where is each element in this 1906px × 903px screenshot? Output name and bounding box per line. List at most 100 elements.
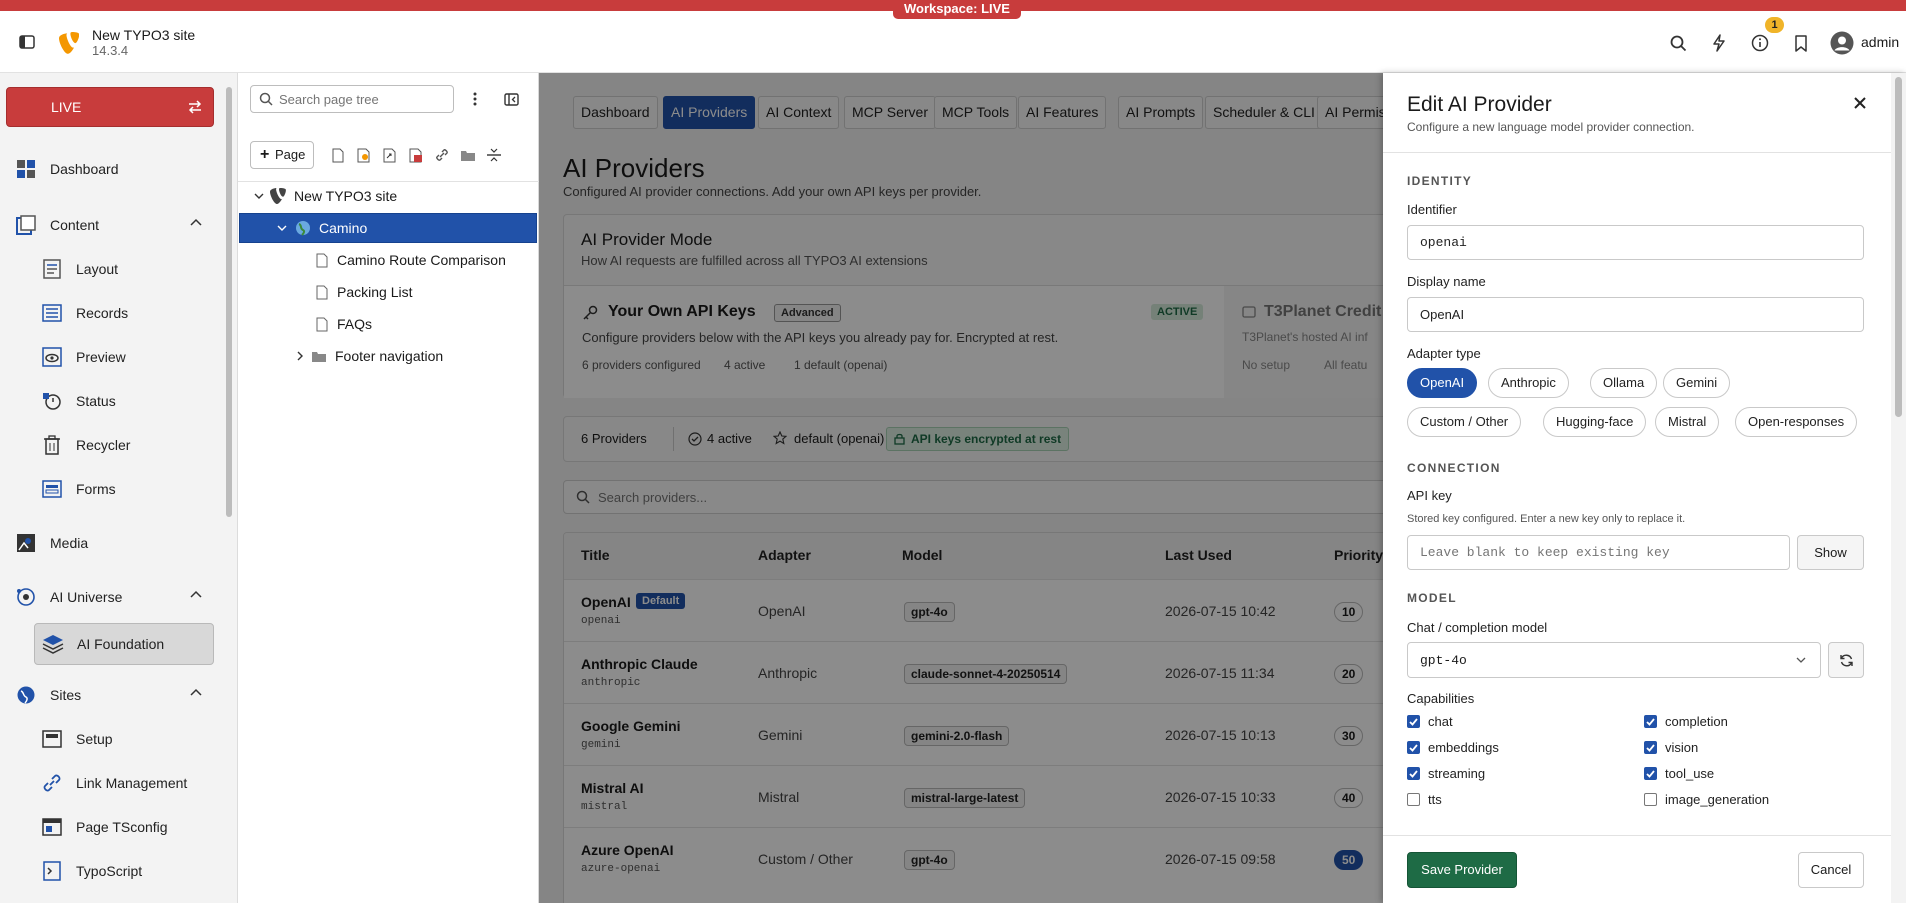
checkbox[interactable]	[1407, 793, 1420, 806]
nav-layout[interactable]: Layout	[40, 251, 216, 287]
nav-label: Forms	[76, 481, 116, 497]
workspace-switch-button[interactable]: LIVE	[6, 87, 214, 127]
nav-status[interactable]: Status	[40, 383, 216, 419]
adapter-option-gemini[interactable]: Gemini	[1663, 368, 1731, 398]
tree-node-page[interactable]: FAQs	[316, 309, 536, 339]
panel-scrollbar-thumb[interactable]	[1895, 77, 1902, 417]
typo3-logo-icon[interactable]	[57, 31, 81, 55]
doctype-link-icon[interactable]	[434, 147, 450, 163]
chevron-up-icon[interactable]	[190, 590, 202, 598]
adapter-option-huggingface[interactable]: Hugging-face	[1543, 407, 1647, 437]
checkbox[interactable]	[1407, 767, 1420, 780]
nav-records[interactable]: Records	[40, 295, 216, 331]
tree-node-label: Packing List	[337, 284, 413, 300]
doctype-folder-icon[interactable]	[460, 147, 476, 163]
flash-icon[interactable]	[1709, 33, 1729, 53]
page-tree-search[interactable]	[250, 85, 454, 113]
checkbox[interactable]	[1407, 741, 1420, 754]
cancel-button[interactable]: Cancel	[1798, 852, 1864, 888]
checkbox[interactable]	[1407, 715, 1420, 728]
doctype-shortcut-icon[interactable]	[382, 147, 398, 163]
capability-image-generation[interactable]: image_generation	[1644, 792, 1769, 807]
more-vertical-icon[interactable]	[467, 91, 483, 107]
nav-content[interactable]: Content	[14, 207, 214, 243]
bookmark-icon[interactable]	[1791, 33, 1811, 53]
nav-media[interactable]: Media	[14, 525, 214, 561]
capability-chat[interactable]: chat	[1407, 714, 1453, 729]
adapter-option-ollama[interactable]: Ollama	[1590, 368, 1658, 398]
capability-tts[interactable]: tts	[1407, 792, 1442, 807]
globe-icon	[14, 683, 38, 707]
nav-ai-universe[interactable]: AI Universe	[14, 579, 214, 615]
modal-backdrop[interactable]	[539, 73, 1383, 903]
capability-embeddings[interactable]: embeddings	[1407, 740, 1499, 755]
doctype-page-icon[interactable]	[330, 147, 346, 163]
doctype-spacer-icon[interactable]	[486, 147, 502, 163]
chevron-right-icon[interactable]	[297, 351, 304, 361]
checkbox[interactable]	[1644, 767, 1657, 780]
chevron-down-icon[interactable]	[254, 193, 264, 200]
capability-label: embeddings	[1428, 740, 1499, 755]
capability-label: streaming	[1428, 766, 1486, 781]
avatar-icon[interactable]	[1830, 31, 1854, 55]
api-key-input[interactable]	[1407, 535, 1790, 570]
capability-label: completion	[1665, 714, 1728, 729]
tree-node-root[interactable]: New TYPO3 site	[254, 181, 534, 211]
tree-node-page[interactable]: Packing List	[316, 277, 536, 307]
capability-completion[interactable]: completion	[1644, 714, 1728, 729]
info-icon[interactable]	[1750, 33, 1770, 53]
adapter-option-custom[interactable]: Custom / Other	[1407, 407, 1522, 437]
nav-forms[interactable]: Forms	[40, 471, 216, 507]
capability-label: image_generation	[1665, 792, 1770, 807]
nav-page-tsconfig[interactable]: Page TSconfig	[40, 809, 216, 845]
show-key-button[interactable]: Show	[1797, 535, 1864, 570]
user-name[interactable]: admin	[1861, 34, 1899, 50]
capability-label: chat	[1428, 714, 1453, 729]
adapter-type-label: Adapter type	[1407, 346, 1481, 361]
chat-model-select[interactable]: gpt-4o	[1407, 642, 1821, 678]
search-icon[interactable]	[1668, 33, 1688, 53]
display-name-field[interactable]: OpenAI	[1407, 297, 1864, 332]
close-icon[interactable]	[1849, 92, 1871, 114]
adapter-option-open-responses[interactable]: Open-responses	[1735, 407, 1858, 437]
collapse-panel-icon[interactable]	[503, 91, 519, 107]
new-page-label: Page	[275, 147, 306, 162]
chevron-up-icon[interactable]	[190, 688, 202, 696]
layout-icon	[40, 257, 64, 281]
page-tree-search-input[interactable]	[279, 90, 449, 108]
page-tree-panel: + Page New TYPO3 site Camino Camino Rout…	[238, 73, 539, 903]
nav-ai-foundation[interactable]: AI Foundation	[34, 623, 214, 665]
new-page-button[interactable]: + Page	[250, 141, 314, 169]
refresh-models-button[interactable]	[1828, 642, 1864, 678]
adapter-option-mistral[interactable]: Mistral	[1655, 407, 1720, 437]
checkbox[interactable]	[1644, 741, 1657, 754]
plus-icon: +	[260, 146, 270, 163]
chevron-down-icon[interactable]	[277, 225, 287, 232]
link-icon	[40, 771, 64, 795]
nav-sites[interactable]: Sites	[14, 677, 214, 713]
nav-dashboard[interactable]: Dashboard	[14, 151, 214, 187]
checkbox[interactable]	[1644, 793, 1657, 806]
nav-recycler[interactable]: Recycler	[40, 427, 216, 463]
nav-typoscript[interactable]: TypoScript	[40, 853, 216, 889]
doctype-external-icon[interactable]	[408, 147, 424, 163]
adapter-option-openai[interactable]: OpenAI	[1407, 368, 1478, 398]
capability-vision[interactable]: vision	[1644, 740, 1698, 755]
capability-streaming[interactable]: streaming	[1407, 766, 1485, 781]
sidebar-toggle-icon[interactable]	[18, 33, 36, 51]
nav-link-management[interactable]: Link Management	[40, 765, 216, 801]
adapter-option-anthropic[interactable]: Anthropic	[1488, 368, 1569, 398]
doctype-backend-user-icon[interactable]	[356, 147, 372, 163]
tree-node-folder[interactable]: Footer navigation	[297, 341, 535, 371]
nav-preview[interactable]: Preview	[40, 339, 216, 375]
tree-node-page[interactable]: Camino Route Comparison	[316, 245, 536, 275]
identifier-field[interactable]: openai	[1407, 225, 1864, 260]
chevron-up-icon[interactable]	[190, 218, 202, 226]
connection-heading: CONNECTION	[1407, 461, 1501, 475]
capability-tool-use[interactable]: tool_use	[1644, 766, 1714, 781]
nav-setup[interactable]: Setup	[40, 721, 216, 757]
module-menu-scrollbar[interactable]	[226, 87, 232, 517]
checkbox[interactable]	[1644, 715, 1657, 728]
save-provider-button[interactable]: Save Provider	[1407, 852, 1517, 888]
tree-node-camino[interactable]: Camino	[239, 213, 537, 243]
